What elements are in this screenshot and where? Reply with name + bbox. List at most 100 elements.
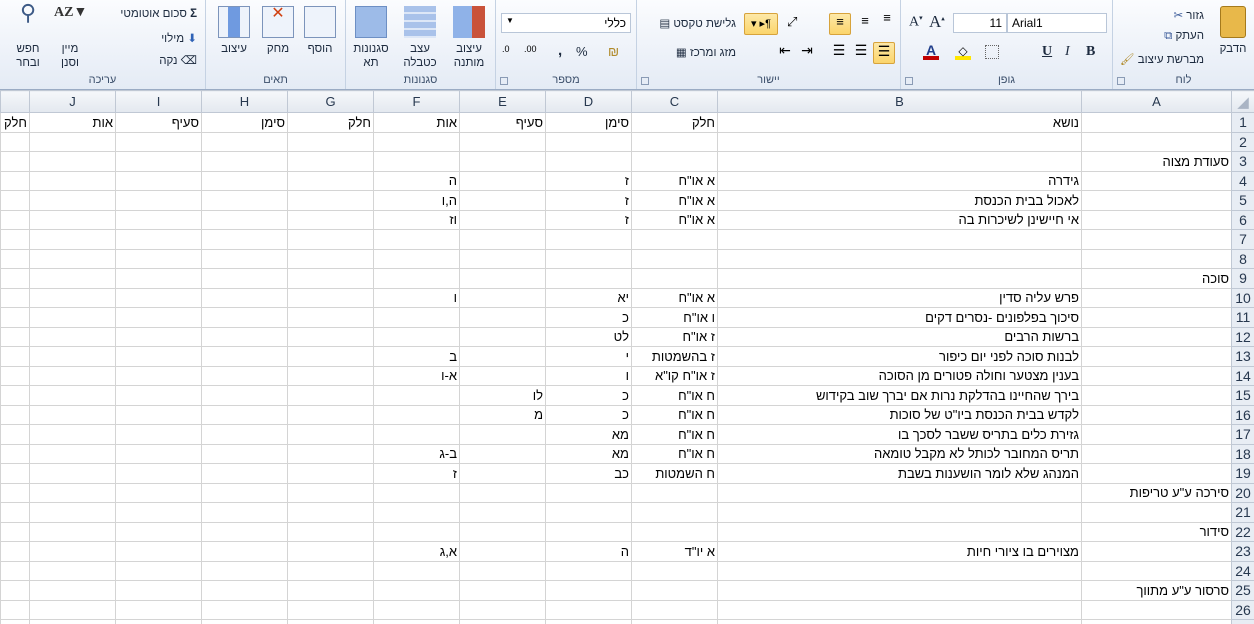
cell-E1[interactable]: סעיף [459,112,546,133]
cell-I18[interactable] [115,443,202,464]
cell-F5[interactable]: ה,ו [373,190,460,211]
cell-H7[interactable] [201,229,288,250]
cell-F17[interactable] [373,424,460,445]
cell-F1[interactable]: אות [373,112,460,133]
cell-J21[interactable] [29,502,116,523]
cell-E7[interactable] [459,229,546,250]
row-header[interactable]: 2 [1231,131,1254,152]
cell-D2[interactable] [545,131,632,152]
align-center-vertical-icon[interactable]: ≡ [855,13,875,35]
cell-G16[interactable] [287,404,374,425]
cell-B25[interactable] [717,580,1082,601]
cell-I9[interactable] [115,268,202,289]
align-top-icon[interactable]: ≡ [877,10,897,32]
cell-D9[interactable] [545,268,632,289]
cell-H22[interactable] [201,521,288,542]
cell-J18[interactable] [29,443,116,464]
cell-H6[interactable] [201,209,288,230]
paste-button[interactable]: הדבק [1213,6,1253,56]
cell-F23[interactable]: א,ג [373,541,460,562]
column-header-D[interactable]: D [545,90,632,113]
cell-D11[interactable]: כ [545,307,632,328]
fill-button[interactable]: מילוי ⬇ [161,31,197,45]
cell-D12[interactable]: לט [545,326,632,347]
format-painter-button[interactable]: 🖌 מברשת עיצוב [1120,52,1204,66]
cell-C22[interactable] [631,521,718,542]
shrink-font-icon[interactable]: A▾ [909,14,923,31]
cell-K12[interactable] [0,326,30,347]
cell-I1[interactable]: סעיף [115,112,202,133]
cell-B26[interactable] [717,599,1082,620]
cell-H20[interactable] [201,482,288,503]
cell-G17[interactable] [287,424,374,445]
align-right-icon[interactable]: ☰ [873,42,895,64]
cell-B3[interactable] [717,151,1082,172]
cell-A15[interactable] [1081,385,1232,406]
cell-K26[interactable] [0,599,30,620]
cell-E25[interactable] [459,580,546,601]
cell-E2[interactable] [459,131,546,152]
row-header[interactable]: 26 [1231,599,1254,620]
cell-C3[interactable] [631,151,718,172]
cell-G13[interactable] [287,346,374,367]
delete-cells-button[interactable]: ✕ מחק [258,6,298,56]
cell-I19[interactable] [115,463,202,484]
copy-button[interactable]: ⧉ העתק [1164,30,1204,43]
cell-H12[interactable] [201,326,288,347]
cell-D24[interactable] [545,560,632,581]
cell-E6[interactable] [459,209,546,230]
cell-A12[interactable] [1081,326,1232,347]
column-header-A[interactable]: A [1081,90,1232,113]
row-header[interactable]: 8 [1231,248,1254,269]
cell-E21[interactable] [459,502,546,523]
cell-A6[interactable] [1081,209,1232,230]
cell-G15[interactable] [287,385,374,406]
cell-B11[interactable]: סיכוך בפלפונים -נסרים דקים [717,307,1082,328]
cell-B22[interactable] [717,521,1082,542]
cell-I24[interactable] [115,560,202,581]
insert-cells-button[interactable]: הוסף [300,6,340,56]
cell-E12[interactable] [459,326,546,347]
cell-D20[interactable] [545,482,632,503]
row-header[interactable]: 9 [1231,268,1254,289]
cell-G26[interactable] [287,599,374,620]
cell-J8[interactable] [29,248,116,269]
cell-H11[interactable] [201,307,288,328]
cell-D10[interactable]: יא [545,287,632,308]
cell-B13[interactable]: לבנות סוכה לפני יום כיפור [717,346,1082,367]
cell-J1[interactable]: אות [29,112,116,133]
row-header[interactable]: 1 [1231,112,1254,133]
column-header-G[interactable]: G [287,90,374,113]
cell-J19[interactable] [29,463,116,484]
cell-D4[interactable]: ז [545,170,632,191]
cell-J12[interactable] [29,326,116,347]
cell-I10[interactable] [115,287,202,308]
row-header[interactable]: 24 [1231,560,1254,581]
spreadsheet-grid[interactable]: ◢ A B C D E F G H I J 1 נושא חלק סימן סעיף אות חלק סימן סע… [0,90,1254,624]
cell-H10[interactable] [201,287,288,308]
row-header[interactable]: 17 [1231,424,1254,445]
merge-center-button[interactable]: ▦ מזג ומרכז [676,45,736,59]
cell-B12[interactable]: ברשות הרבים [717,326,1082,347]
cell-J25[interactable] [29,580,116,601]
cell-C23[interactable]: א יו"ד [631,541,718,562]
cell-A10[interactable] [1081,287,1232,308]
cell-J7[interactable] [29,229,116,250]
cell-I14[interactable] [115,365,202,386]
cell-A7[interactable] [1081,229,1232,250]
cell-B6[interactable]: אי חיישינן לשיכרות בה [717,209,1082,230]
cell-A23[interactable] [1081,541,1232,562]
cell-G8[interactable] [287,248,374,269]
row-header[interactable]: 15 [1231,385,1254,406]
cell-H16[interactable] [201,404,288,425]
cell-I7[interactable] [115,229,202,250]
cell-C26[interactable] [631,599,718,620]
cell-C9[interactable] [631,268,718,289]
cell-J9[interactable] [29,268,116,289]
decrease-indent-icon[interactable]: ⇤ [775,42,795,64]
row-header[interactable]: 5 [1231,190,1254,211]
cell-A1[interactable] [1081,112,1232,133]
cell-I17[interactable] [115,424,202,445]
comma-button[interactable]: , [558,42,562,59]
cell-C18[interactable]: ח או"ח [631,443,718,464]
